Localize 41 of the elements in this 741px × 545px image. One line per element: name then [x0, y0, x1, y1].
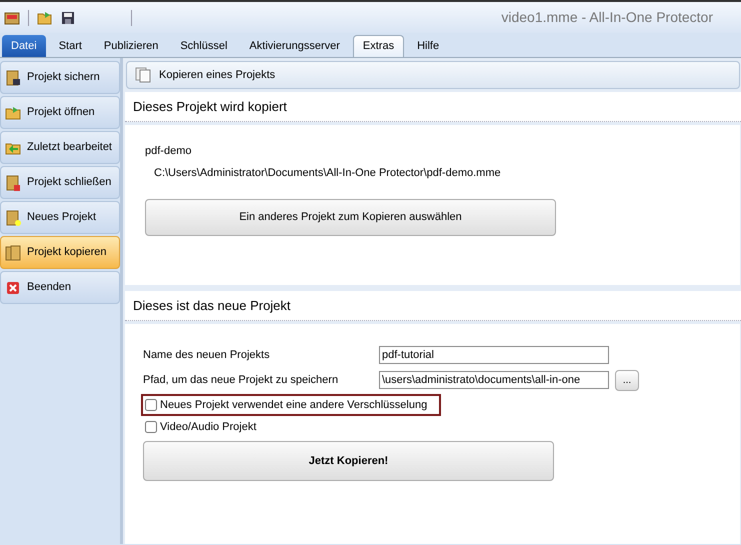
sidebar-item[interactable]: Zuletzt bearbeitet [0, 131, 120, 164]
ribbon-tab[interactable]: Aktivierungsserver [240, 35, 349, 57]
browse-button[interactable]: ... [615, 370, 639, 390]
sidebar-item[interactable]: Neues Projekt [0, 201, 120, 234]
copy-icon [135, 67, 151, 83]
input-field[interactable]: pdf-tutorial [379, 346, 609, 364]
ribbon-tab[interactable]: Datei [2, 35, 46, 57]
sidebar-item[interactable]: Projekt schließen [0, 166, 120, 199]
project-name: pdf-demo [145, 144, 192, 159]
document-icon [5, 210, 21, 226]
save-icon[interactable] [61, 10, 75, 24]
checkbox-label: Neues Projekt verwendet eine andere Verschlüsselung [160, 398, 428, 413]
ribbon-tab[interactable]: Schlüssel [171, 35, 236, 57]
sidebar-item[interactable]: Projekt öffnen [0, 96, 120, 129]
choose-project-button[interactable]: Ein anderes Projekt zum Kopieren auswählen [145, 199, 556, 236]
sidebar-item[interactable]: Projekt sichern [0, 61, 120, 94]
field-label: Name des neuen Projekts [143, 348, 271, 363]
sidebar-item[interactable]: Projekt kopieren [0, 236, 120, 269]
document-icon [5, 174, 21, 190]
panel-title: Kopieren eines Projekts [159, 68, 276, 83]
documents-icon [5, 244, 21, 260]
ribbon-tab[interactable]: Publizieren [94, 35, 168, 57]
checkbox[interactable] [145, 399, 157, 411]
section-title: Dieses Projekt wird kopiert [133, 98, 287, 116]
input-field[interactable]: \users\administrato\documents\all-in-one [379, 371, 609, 389]
folder-icon[interactable] [37, 10, 53, 24]
ribbon-tab[interactable]: Start [50, 35, 91, 57]
field-label: Pfad, um das neue Projekt zu speichern [143, 372, 340, 388]
ribbon-tab[interactable]: Hilfe [408, 35, 448, 57]
checkbox-label: Video/Audio Projekt [160, 420, 256, 435]
app-icon[interactable] [4, 10, 20, 24]
copy-button[interactable]: Jetzt Kopieren! [143, 441, 554, 481]
window-title: video1.mme - All-In-One Protector [501, 8, 713, 27]
sidebar-item[interactable]: Beenden [0, 271, 120, 304]
close-icon [5, 280, 21, 296]
project-path: C:\Users\Administrator\Documents\All-In-One Protector\pdf-demo.mme [154, 166, 502, 180]
ribbon-tab[interactable]: Extras [352, 35, 404, 57]
checkbox[interactable] [145, 421, 157, 433]
folder-icon [5, 104, 21, 120]
document-icon [5, 70, 21, 86]
section-title: Dieses ist das neue Projekt [133, 296, 291, 315]
